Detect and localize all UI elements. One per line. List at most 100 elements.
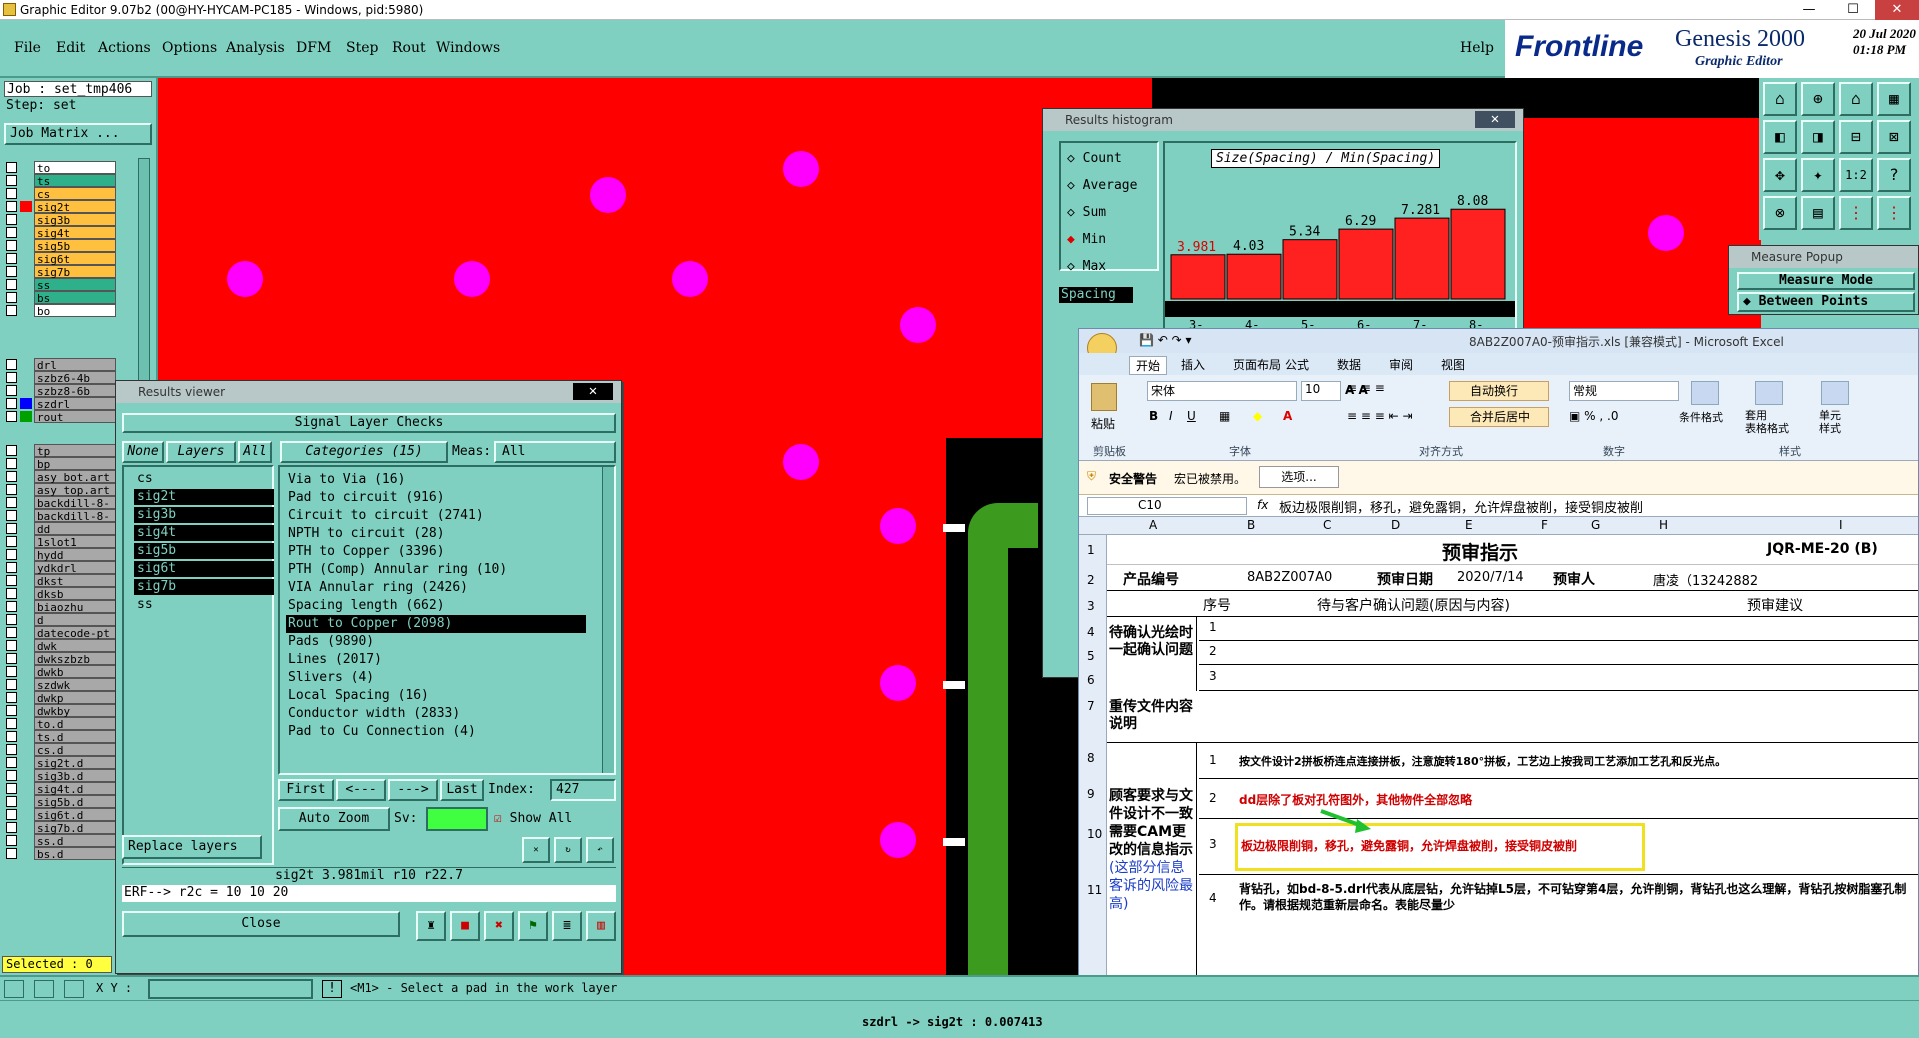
layer-row[interactable]: szbz8-6b (6, 383, 116, 398)
auto-zoom-button[interactable]: Auto Zoom (278, 807, 390, 831)
pan-right-icon[interactable]: ◨ (1801, 120, 1835, 154)
first-button[interactable]: First (278, 779, 334, 801)
option-sum[interactable]: ◇ Sum (1067, 205, 1106, 220)
options-button[interactable]: 选项... (1259, 466, 1339, 488)
layer-name[interactable]: bp (34, 456, 116, 471)
layer-checkbox[interactable] (6, 483, 17, 495)
layer-row[interactable]: to.d (6, 716, 116, 731)
conditional-format-label[interactable]: 条件格式 (1679, 409, 1723, 425)
pad[interactable] (454, 261, 490, 297)
row-number[interactable]: 5 (1087, 649, 1095, 663)
result-layer-item[interactable]: sig5b (134, 543, 274, 559)
menu-dfm[interactable]: DFM (296, 40, 331, 56)
layer-row[interactable]: szdwk (6, 677, 116, 692)
histogram-bar[interactable] (1338, 228, 1394, 300)
formula-content[interactable]: 板边极限削铜，移孔，避免露铜，允许焊盘被削，接受铜皮被削 (1279, 497, 1643, 516)
col-a[interactable]: A (1149, 518, 1157, 532)
cell-style-label[interactable]: 单元 样式 (1819, 409, 1841, 435)
layer-row[interactable]: dwkb (6, 664, 116, 679)
layer-row[interactable]: backdill-8- (6, 508, 116, 523)
close-window-button[interactable]: ✕ (1875, 0, 1919, 20)
row-number[interactable]: 9 (1087, 787, 1095, 801)
slider2-icon[interactable]: ⋮ (1877, 196, 1911, 230)
result-layer-item[interactable]: cs (134, 471, 274, 487)
name-box[interactable]: C10 (1087, 497, 1247, 515)
table-format-label[interactable]: 套用 表格格式 (1745, 409, 1789, 435)
merge-center-button[interactable]: 合并后居中 (1449, 407, 1549, 427)
zoom-home-icon[interactable]: ⌂ (1763, 82, 1797, 116)
category-item[interactable]: VIA Annular ring (2426) (286, 579, 586, 597)
menu-edit[interactable]: Edit (56, 40, 85, 56)
sv-color-select[interactable] (426, 807, 488, 831)
layer-checkbox[interactable] (6, 213, 17, 225)
layer-row[interactable]: cs.d (6, 742, 116, 757)
quick-access-icons[interactable]: 💾 ↶ ↷ ▾ (1139, 333, 1192, 347)
xy-input[interactable] (148, 979, 313, 999)
layer-checkbox[interactable] (6, 265, 17, 277)
row-number[interactable]: 3 (1087, 599, 1095, 613)
layer-row[interactable]: sig2t (6, 199, 116, 214)
layer-checkbox[interactable] (6, 358, 17, 370)
bold-icon[interactable]: B (1149, 409, 1158, 423)
histogram-close-button[interactable]: ✕ (1475, 111, 1515, 128)
layer-name[interactable]: sig3b.d (34, 768, 116, 783)
layer-name[interactable]: backdill-8- (34, 495, 116, 510)
help-icon[interactable]: ? (1877, 158, 1911, 192)
histogram-bar[interactable] (1450, 208, 1506, 300)
layer-name[interactable]: biaozhu (34, 599, 116, 614)
col-g[interactable]: G (1591, 518, 1600, 532)
layer-row[interactable]: sig5b (6, 238, 116, 253)
layer-name[interactable]: sig4t (34, 225, 116, 240)
layer-name[interactable]: datecode-pt (34, 625, 116, 640)
category-item[interactable]: Conductor width (2833) (286, 705, 586, 723)
category-item[interactable]: Pad to circuit (916) (286, 489, 586, 507)
layer-checkbox[interactable] (6, 496, 17, 508)
layer-row[interactable]: dksb (6, 586, 116, 601)
prev-button[interactable]: <--- (336, 779, 386, 801)
layer-row[interactable]: szdrl (6, 396, 116, 411)
layer-row[interactable]: sig3b.d (6, 768, 116, 783)
layer-name[interactable]: ts.d (34, 729, 116, 744)
layer-name[interactable]: szbz8-6b (34, 383, 116, 398)
row-number[interactable]: 8 (1087, 751, 1095, 765)
layer-row[interactable]: bs (6, 290, 116, 305)
layer-name[interactable]: asy_bot.art (34, 469, 116, 484)
result-layer-item[interactable]: sig4t (134, 525, 274, 541)
layer-row[interactable]: asy_top.art (6, 482, 116, 497)
categories-button[interactable]: Categories (15) (280, 441, 448, 463)
layer-row[interactable]: sig7b (6, 264, 116, 279)
none-button[interactable]: None (122, 441, 164, 463)
layer-checkbox[interactable] (6, 639, 17, 651)
layer-row[interactable]: sig4t.d (6, 781, 116, 796)
row-number[interactable]: 10 (1087, 827, 1102, 841)
border-icon[interactable]: ▦ (1219, 409, 1230, 423)
layers-button[interactable]: Layers (166, 441, 236, 463)
wrap-text-button[interactable]: 自动换行 (1449, 381, 1549, 401)
category-item[interactable]: Pads (9890) (286, 633, 586, 651)
layer-name[interactable]: bo (34, 303, 116, 318)
snap-tool-icon[interactable] (64, 980, 84, 998)
layer-checkbox[interactable] (6, 410, 17, 422)
layer-checkbox[interactable] (6, 704, 17, 716)
layer-row[interactable]: dd (6, 521, 116, 536)
layer-checkbox[interactable] (6, 561, 17, 573)
layer-checkbox[interactable] (6, 470, 17, 482)
histogram-bar[interactable] (1170, 254, 1226, 300)
layer-checkbox[interactable] (6, 397, 17, 409)
percent-icons[interactable]: ▣ % , .0 (1569, 409, 1618, 423)
layer-name[interactable]: sig6t (34, 251, 116, 266)
layer-checkbox[interactable] (6, 161, 17, 173)
layer-row[interactable]: ss (6, 277, 116, 292)
category-item[interactable]: Slivers (4) (286, 669, 586, 687)
row-number[interactable]: 4 (1087, 625, 1095, 639)
layer-checkbox[interactable] (6, 600, 17, 612)
all-button[interactable]: All (238, 441, 272, 463)
cell-style-icon[interactable] (1821, 381, 1849, 405)
layer-checkbox[interactable] (6, 574, 17, 586)
col-f[interactable]: F (1541, 518, 1548, 532)
meas-select[interactable]: All (494, 441, 616, 463)
layer-checkbox[interactable] (6, 834, 17, 846)
person-icon[interactable]: ♜ (416, 911, 446, 941)
col-b[interactable]: B (1247, 518, 1255, 532)
pad[interactable] (590, 177, 626, 213)
